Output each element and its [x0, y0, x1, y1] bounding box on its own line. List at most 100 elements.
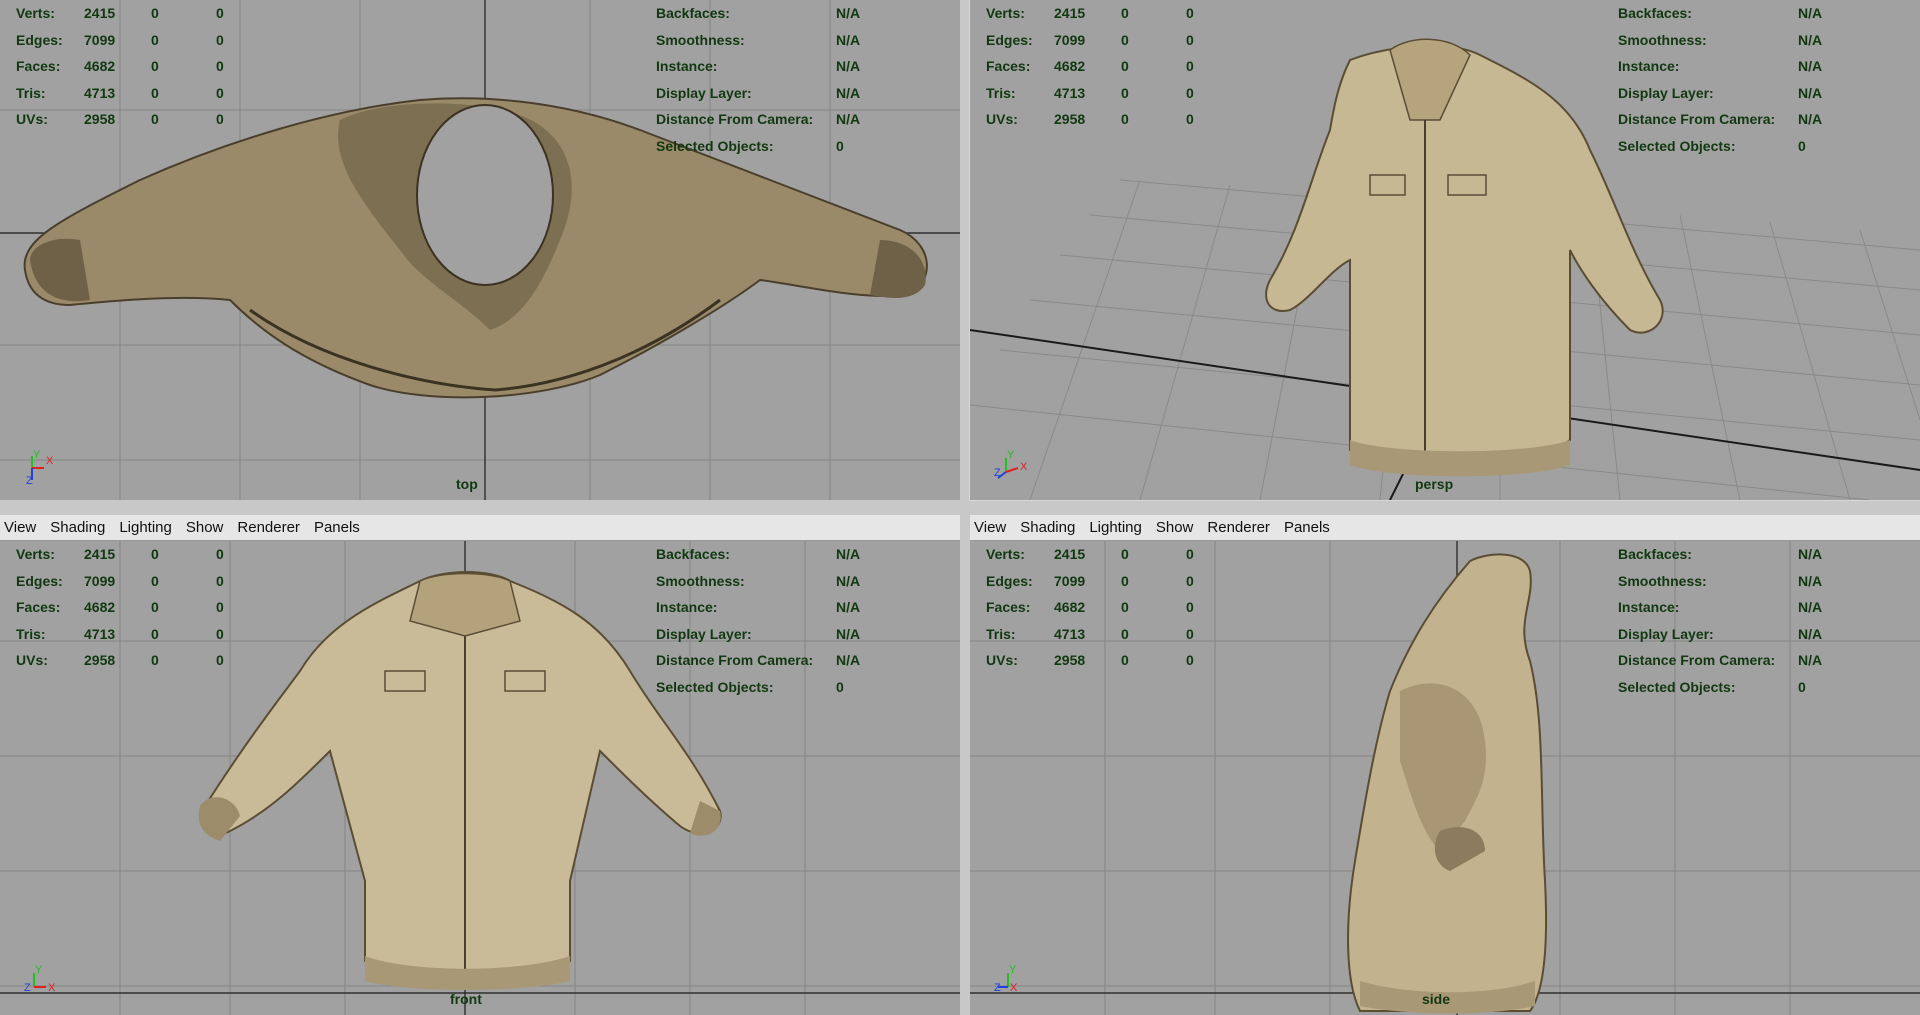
hud-info-row: Display Layer: N/A — [656, 80, 936, 107]
hud-info-value: N/A — [836, 58, 861, 74]
hud-stat-value: 0 — [151, 5, 159, 21]
hud-info-row: Distance From Camera: N/A — [656, 106, 936, 133]
svg-text:Z: Z — [24, 982, 31, 994]
hud-stat-value: 0 — [151, 31, 159, 48]
hud-info-row: Backfaces: N/A — [656, 541, 936, 568]
hud-info-value: N/A — [836, 84, 861, 101]
hud-object-info: Backfaces: N/A Smoothness: N/A Instance: N/A D… — [1618, 541, 1898, 700]
hud-stat-value: 0 — [216, 652, 224, 668]
hud-stat-label: UVs: — [986, 111, 1018, 127]
hud-info-row: Instance: N/A — [656, 594, 936, 621]
hud-info-value: N/A — [1798, 111, 1823, 127]
menu-panels[interactable]: Panels — [314, 519, 360, 536]
hud-stat-label: Faces: — [16, 58, 61, 74]
hud-stat-value: 0 — [1121, 625, 1129, 642]
hud-stat-row: UVs: 2958 0 0 — [16, 647, 256, 674]
svg-text:Y: Y — [1009, 964, 1017, 976]
hud-stat-value: 4713 — [1054, 625, 1086, 642]
menu-show[interactable]: Show — [1156, 519, 1194, 536]
hud-info-value: N/A — [836, 652, 861, 668]
hud-info-row: Display Layer: N/A — [656, 621, 936, 648]
hud-info-label: Backfaces: — [656, 5, 730, 21]
viewport-panel-persp[interactable]: Verts: 2415 0 0 Edges: 7099 0 0 Faces: 4682 0 0 Tris… — [969, 0, 1920, 501]
hud-stat-label: Tris: — [986, 625, 1016, 642]
menu-show[interactable]: Show — [186, 519, 224, 536]
hud-info-label: Backfaces: — [1618, 546, 1692, 562]
jacket-side-view — [1347, 553, 1548, 1014]
hud-stat-value: 2958 — [1054, 111, 1086, 127]
hud-stat-label: UVs: — [16, 652, 48, 668]
hud-stat-value: 0 — [216, 546, 224, 562]
viewport-panel-side[interactable]: View Shading Lighting Show Renderer Pane… — [970, 515, 1920, 1015]
menu-panels[interactable]: Panels — [1284, 519, 1330, 536]
hud-stat-value: 2415 — [1054, 546, 1086, 562]
menu-renderer[interactable]: Renderer — [1207, 519, 1270, 536]
svg-text:Y: Y — [1007, 449, 1015, 461]
hud-stat-value: 0 — [151, 652, 159, 668]
hud-stat-value: 0 — [1121, 31, 1129, 48]
hud-stat-value: 0 — [216, 111, 224, 127]
hud-stat-value: 2958 — [84, 111, 116, 127]
jacket-persp-view — [1265, 38, 1664, 477]
hud-info-value: 0 — [1798, 137, 1806, 154]
hud-object-info: Backfaces: N/A Smoothness: N/A Instance: N/A D… — [1618, 0, 1898, 159]
hud-stat-label: UVs: — [16, 111, 48, 127]
hud-stat-value: 0 — [216, 31, 224, 48]
hud-info-label: Backfaces: — [1618, 5, 1692, 21]
hud-stat-row: Faces: 4682 0 0 — [16, 53, 256, 80]
hud-stat-value: 0 — [151, 84, 159, 101]
hud-info-row: Smoothness: N/A — [1618, 568, 1898, 595]
hud-info-label: Distance From Camera: — [1618, 652, 1776, 668]
hud-stat-label: Edges: — [16, 31, 63, 48]
menu-shading[interactable]: Shading — [1020, 519, 1075, 536]
hud-info-label: Instance: — [1618, 58, 1680, 74]
hud-stat-value: 0 — [1186, 625, 1194, 642]
hud-stat-value: 0 — [151, 111, 159, 127]
viewport-panel-top[interactable]: Verts: 2415 0 0 Edges: 7099 0 0 Faces: 4682 0 0 Tris… — [0, 0, 960, 500]
hud-info-row: Selected Objects: 0 — [656, 133, 936, 160]
hud-stat-value: 4682 — [1054, 599, 1086, 615]
hud-stat-value: 2415 — [84, 5, 116, 21]
hud-stat-value: 0 — [1121, 84, 1129, 101]
menu-view[interactable]: View — [974, 519, 1006, 536]
hud-stat-value: 4713 — [84, 84, 116, 101]
hud-info-row: Backfaces: N/A — [1618, 0, 1898, 27]
hud-info-label: Distance From Camera: — [656, 111, 814, 127]
hud-info-value: N/A — [1798, 84, 1823, 101]
hud-stat-row: Verts: 2415 0 0 — [986, 0, 1226, 27]
hud-stat-label: Verts: — [986, 5, 1025, 21]
hud-info-label: Instance: — [656, 58, 718, 74]
hud-poly-stats: Verts: 2415 0 0 Edges: 7099 0 0 Faces: 4682 0 0 Tris… — [986, 0, 1226, 133]
hud-stat-value: 2958 — [1054, 652, 1086, 668]
menu-lighting[interactable]: Lighting — [1089, 519, 1142, 536]
hud-stat-value: 0 — [216, 572, 224, 589]
svg-text:X: X — [1010, 982, 1018, 994]
hud-info-value: N/A — [836, 111, 861, 127]
hud-stat-label: Faces: — [16, 599, 61, 615]
hud-info-row: Display Layer: N/A — [1618, 80, 1898, 107]
hud-info-label: Distance From Camera: — [1618, 111, 1776, 127]
axis-gizmo-icon: Y X Z — [24, 964, 56, 994]
hud-info-row: Display Layer: N/A — [1618, 621, 1898, 648]
hud-stat-label: Faces: — [986, 599, 1031, 615]
hud-stat-row: Tris: 4713 0 0 — [16, 80, 256, 107]
hud-stat-label: Edges: — [16, 572, 63, 589]
hud-info-label: Backfaces: — [656, 546, 730, 562]
hud-stat-value: 4713 — [1054, 84, 1086, 101]
hud-info-label: Display Layer: — [656, 84, 752, 101]
hud-info-label: Selected Objects: — [1618, 678, 1736, 695]
hud-stat-row: Faces: 4682 0 0 — [986, 53, 1226, 80]
hud-stat-value: 0 — [151, 546, 159, 562]
viewport-panel-front[interactable]: View Shading Lighting Show Renderer Pane… — [0, 515, 960, 1015]
menu-shading[interactable]: Shading — [50, 519, 105, 536]
hud-object-info: Backfaces: N/A Smoothness: N/A Instance: N/A D… — [656, 541, 936, 700]
hud-info-row: Smoothness: N/A — [1618, 27, 1898, 54]
hud-info-label: Selected Objects: — [1618, 137, 1736, 154]
menu-lighting[interactable]: Lighting — [119, 519, 172, 536]
hud-info-value: N/A — [836, 31, 861, 48]
panel-menubar: View Shading Lighting Show Renderer Pane… — [0, 515, 960, 541]
hud-poly-stats: Verts: 2415 0 0 Edges: 7099 0 0 Faces: 4682 0 0 Tris… — [16, 0, 256, 133]
menu-view[interactable]: View — [4, 519, 36, 536]
menu-renderer[interactable]: Renderer — [237, 519, 300, 536]
jacket-front-view — [198, 571, 722, 990]
